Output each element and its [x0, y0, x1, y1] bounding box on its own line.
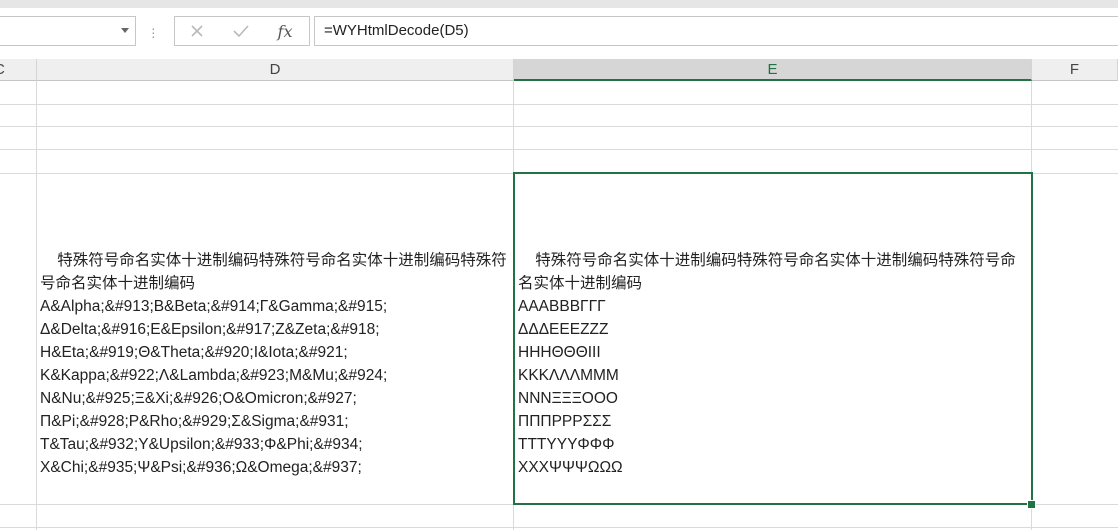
column-gridline — [36, 81, 37, 530]
fill-handle[interactable] — [1027, 500, 1036, 509]
column-header-d[interactable]: D — [37, 59, 514, 81]
row-gridline — [0, 149, 1118, 150]
chevron-down-icon[interactable] — [121, 28, 129, 33]
formula-input[interactable]: =WYHtmlDecode(D5) — [314, 16, 1118, 46]
cell-d5[interactable]: 特殊符号命名实体十进制编码特殊符号命名实体十进制编码特殊符号命名实体十进制编码 … — [40, 226, 512, 502]
formula-bar-area: · · · fx =WYHtmlDecode(D5) — [0, 8, 1118, 55]
cell-selection — [513, 172, 1033, 505]
column-header-e[interactable]: E — [514, 59, 1032, 81]
drag-handle-icon[interactable]: · · · — [151, 21, 156, 43]
close-icon[interactable] — [177, 17, 217, 45]
name-box[interactable] — [0, 16, 136, 46]
row-gridline — [0, 104, 1118, 105]
formula-text: =WYHtmlDecode(D5) — [324, 22, 469, 39]
spreadsheet-grid: C D E F 特殊符号命名实体十进制编码特殊符号命名实体十进制编码特殊符号命名… — [0, 59, 1118, 530]
row-gridline — [0, 527, 1118, 528]
column-header-f[interactable]: F — [1032, 59, 1118, 81]
fx-label: fx — [277, 21, 293, 41]
row-gridline — [0, 126, 1118, 127]
fx-icon[interactable]: fx — [265, 17, 305, 45]
formula-buttons: fx — [174, 16, 310, 46]
check-icon[interactable] — [221, 17, 261, 45]
column-header-c[interactable]: C — [0, 59, 37, 81]
